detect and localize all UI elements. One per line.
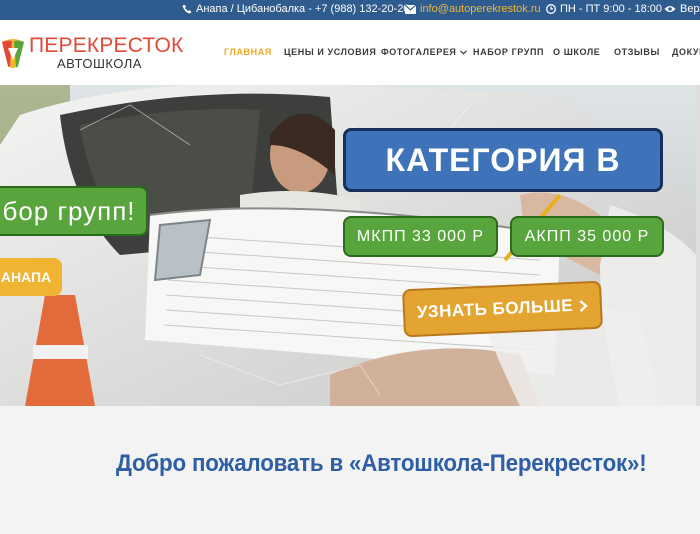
- hero-slider: КАТЕГОРИЯ В бор групп! МКПП 33 000 Р АКП…: [0, 85, 696, 406]
- category-banner: КАТЕГОРИЯ В: [343, 128, 663, 192]
- welcome-title: Добро пожаловать в «Автошкола-Перекресто…: [116, 450, 647, 477]
- working-hours: ПН - ПТ 9:00 - 18:00: [546, 3, 662, 15]
- logo[interactable]: ПЕРЕКРЕСТОК АВТОШКОЛА: [0, 34, 183, 74]
- logo-subtitle: АВТОШКОЛА: [57, 56, 142, 71]
- chevron-down-icon: [459, 49, 467, 55]
- auto-price-badge: АКПП 35 000 Р: [510, 216, 664, 257]
- nav-home[interactable]: ГЛАВНАЯ: [224, 47, 272, 57]
- site-header: ПЕРЕКРЕСТОК АВТОШКОЛА ГЛАВНАЯ ЦЕНЫ И УСЛ…: [0, 20, 700, 85]
- recruitment-banner: бор групп!: [0, 186, 148, 236]
- accessibility-toggle[interactable]: Верс: [664, 3, 700, 15]
- manual-price-badge: МКПП 33 000 Р: [343, 216, 498, 257]
- envelope-icon: [405, 4, 416, 14]
- top-bar: Анапа / Цибанобалка - +7 (988) 132-20-20…: [0, 0, 700, 20]
- city-badge: АНАПА: [0, 258, 62, 296]
- nav-about[interactable]: О ШКОЛЕ: [553, 47, 600, 57]
- learn-more-label: УЗНАТЬ БОЛЬШЕ: [416, 295, 574, 322]
- contact-email[interactable]: info@autoperekrestok.ru: [405, 3, 541, 15]
- welcome-section: Добро пожаловать в «Автошкола-Перекресто…: [0, 406, 700, 534]
- learn-more-button[interactable]: УЗНАТЬ БОЛЬШЕ: [402, 280, 603, 338]
- eye-icon: [664, 6, 676, 12]
- phone-icon: [182, 4, 192, 14]
- hours-text: ПН - ПТ 9:00 - 18:00: [560, 3, 663, 15]
- contact-phone[interactable]: Анапа / Цибанобалка - +7 (988) 132-20-20: [182, 3, 409, 15]
- clock-icon: [546, 4, 556, 14]
- chevron-right-icon: [579, 299, 588, 312]
- logo-mark-icon: [2, 39, 24, 68]
- logo-brand: ПЕРЕКРЕСТОК: [29, 34, 184, 57]
- nav-gallery-label: ФОТОГАЛЕРЕЯ: [381, 47, 457, 57]
- email-link[interactable]: info@autoperekrestok.ru: [420, 3, 541, 15]
- nav-gallery[interactable]: ФОТОГАЛЕРЕЯ: [381, 47, 467, 57]
- contact-text: Анапа / Цибанобалка - +7 (988) 132-20-20: [196, 3, 410, 15]
- nav-groups[interactable]: НАБОР ГРУПП: [473, 47, 544, 57]
- nav-prices[interactable]: ЦЕНЫ И УСЛОВИЯ: [284, 47, 376, 57]
- accessibility-text: Верс: [680, 3, 700, 15]
- nav-documents[interactable]: ДОКУМ: [672, 47, 700, 57]
- nav-reviews[interactable]: ОТЗЫВЫ: [614, 47, 660, 57]
